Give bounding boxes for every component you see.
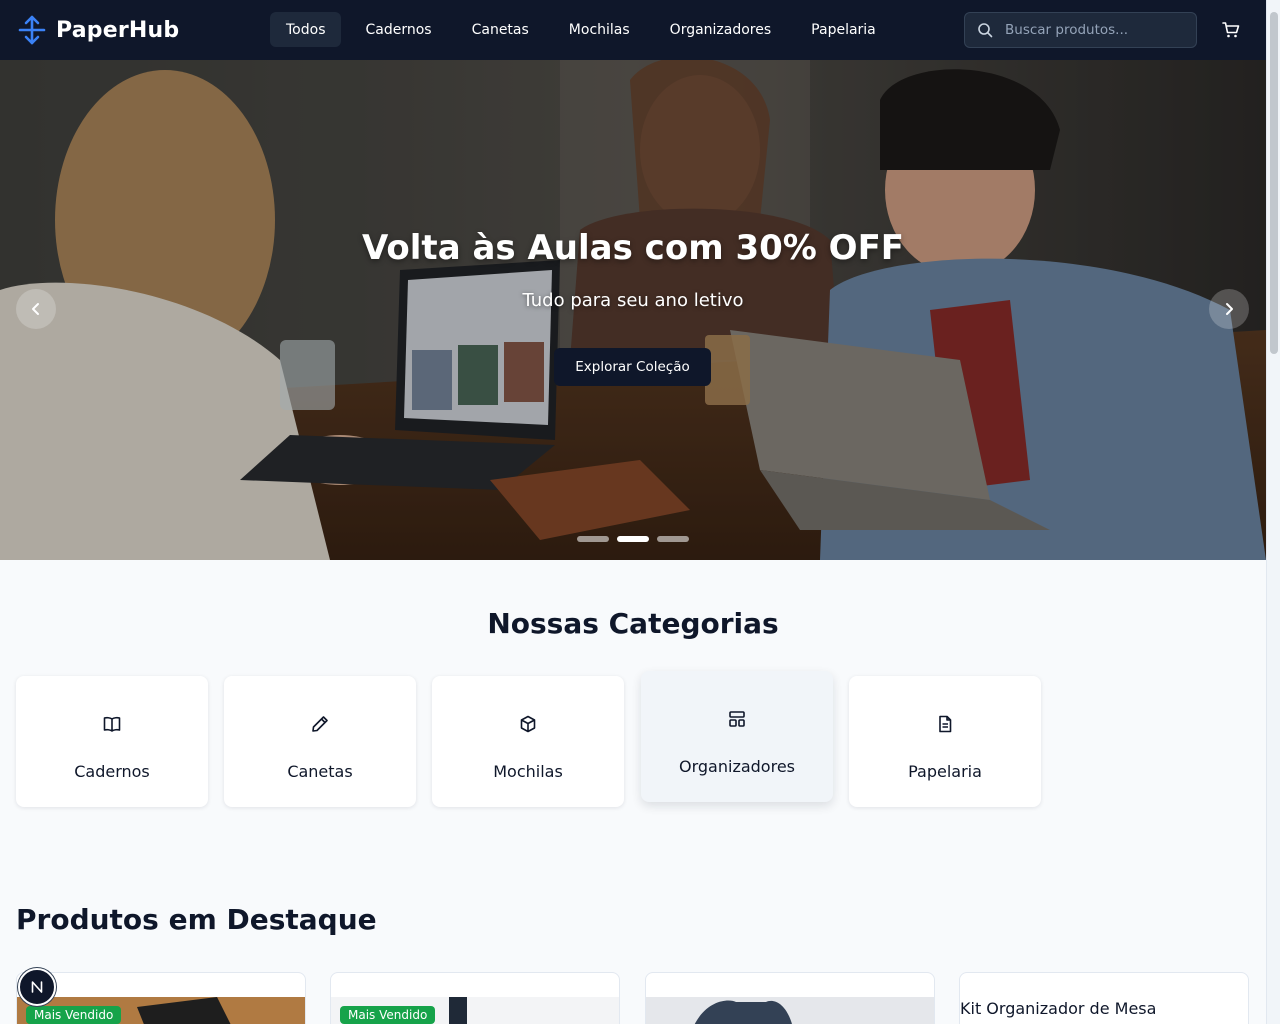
chevron-left-icon bbox=[32, 303, 39, 315]
product-image bbox=[646, 997, 934, 1024]
hero-title: Volta às Aulas com 30% OFF bbox=[361, 228, 905, 268]
n-logo-icon bbox=[31, 981, 43, 993]
category-label: Mochilas bbox=[493, 762, 563, 781]
package-icon bbox=[520, 715, 536, 733]
product-card[interactable]: Kit Organizador de Mesa bbox=[959, 972, 1249, 1024]
logo-icon bbox=[18, 15, 46, 45]
product-card[interactable] bbox=[645, 972, 935, 1024]
nav-item-mochilas[interactable]: Mochilas bbox=[553, 12, 646, 47]
category-card-papelaria[interactable]: Papelaria bbox=[849, 676, 1041, 807]
category-label: Papelaria bbox=[908, 762, 982, 781]
layout-icon bbox=[729, 711, 745, 727]
book-open-icon bbox=[103, 716, 121, 732]
carousel-dot-2[interactable] bbox=[617, 536, 649, 542]
product-image-alt-text: Kit Organizador de Mesa bbox=[960, 999, 1157, 1018]
chevron-right-icon bbox=[1226, 303, 1233, 315]
carousel-next-button[interactable] bbox=[1209, 289, 1249, 329]
bestseller-badge: Mais Vendido bbox=[26, 1006, 122, 1024]
cart-icon[interactable] bbox=[1222, 21, 1240, 39]
nav-item-todos[interactable]: Todos bbox=[270, 12, 342, 47]
page-scrollbar[interactable] bbox=[1266, 0, 1280, 1024]
category-label: Cadernos bbox=[74, 762, 150, 781]
search-input[interactable] bbox=[1005, 22, 1185, 38]
hero-carousel: Volta às Aulas com 30% OFF Tudo para seu… bbox=[0, 60, 1266, 560]
nav-item-canetas[interactable]: Canetas bbox=[456, 12, 545, 47]
category-label: Organizadores bbox=[679, 757, 795, 776]
product-card[interactable]: Mais Vendido bbox=[330, 972, 620, 1024]
category-card-mochilas[interactable]: Mochilas bbox=[432, 676, 624, 807]
pencil-icon bbox=[312, 716, 328, 732]
category-card-organizadores[interactable]: Organizadores bbox=[641, 671, 833, 802]
file-text-icon bbox=[939, 715, 952, 733]
explore-collection-button[interactable]: Explorar Coleção bbox=[554, 348, 711, 386]
carousel-dot-3[interactable] bbox=[657, 536, 689, 542]
carousel-prev-button[interactable] bbox=[16, 289, 56, 329]
product-card[interactable]: Mais Vendido bbox=[16, 972, 306, 1024]
category-label: Canetas bbox=[287, 762, 353, 781]
category-card-canetas[interactable]: Canetas bbox=[224, 676, 416, 807]
search-icon bbox=[978, 23, 993, 38]
carousel-dot-1[interactable] bbox=[577, 536, 609, 542]
brand-name: PaperHub bbox=[56, 17, 180, 43]
nav-item-organizadores[interactable]: Organizadores bbox=[654, 12, 788, 47]
main-nav: Todos Cadernos Canetas Mochilas Organiza… bbox=[270, 12, 892, 47]
nextjs-dev-button[interactable] bbox=[18, 968, 56, 1006]
featured-title: Produtos em Destaque bbox=[16, 903, 377, 936]
site-header: PaperHub Todos Cadernos Canetas Mochilas… bbox=[0, 0, 1266, 60]
bestseller-badge: Mais Vendido bbox=[340, 1006, 436, 1024]
nav-item-papelaria[interactable]: Papelaria bbox=[795, 12, 892, 47]
search-box bbox=[964, 12, 1197, 48]
categories-title: Nossas Categorias bbox=[487, 607, 779, 640]
logo[interactable]: PaperHub bbox=[18, 15, 179, 45]
nav-item-cadernos[interactable]: Cadernos bbox=[349, 12, 447, 47]
category-card-cadernos[interactable]: Cadernos bbox=[16, 676, 208, 807]
carousel-indicators bbox=[577, 536, 689, 542]
hero-subtitle: Tudo para seu ano letivo bbox=[522, 290, 744, 311]
scrollbar-thumb[interactable] bbox=[1270, 12, 1278, 354]
